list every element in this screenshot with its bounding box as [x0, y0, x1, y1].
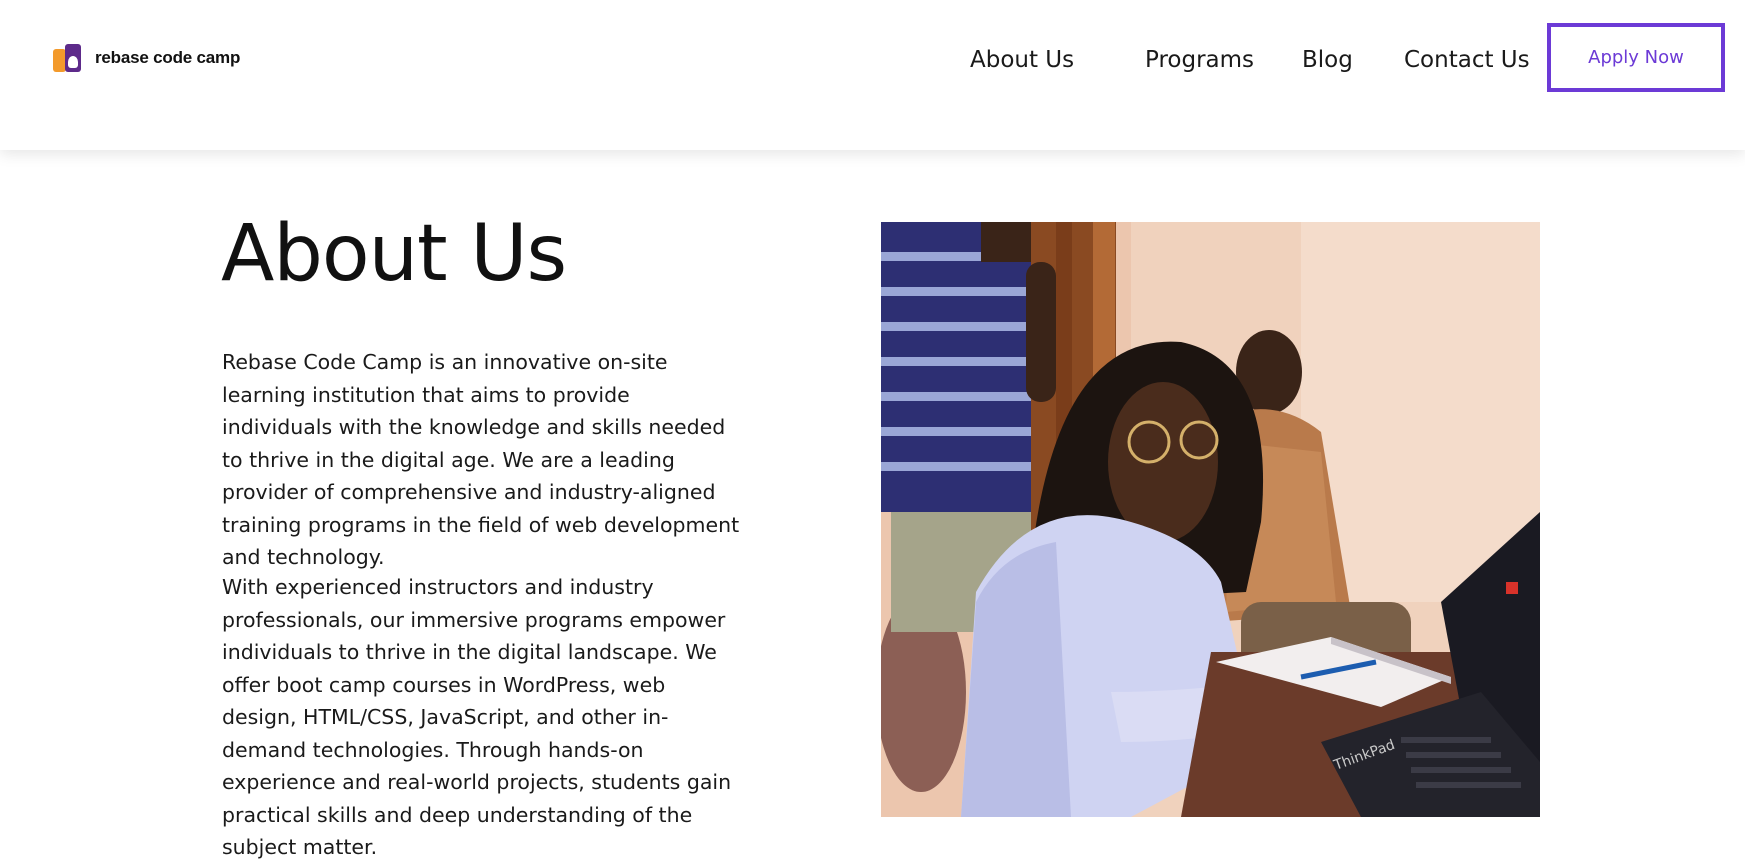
- page-title: About Us: [221, 209, 567, 299]
- main-nav: About Us Programs Blog Contact Us: [0, 40, 1745, 80]
- nav-item-blog[interactable]: Blog: [1302, 40, 1353, 80]
- apply-now-button[interactable]: Apply Now: [1547, 23, 1725, 92]
- nav-item-about-us[interactable]: About Us: [970, 40, 1074, 80]
- nav-item-contact-us[interactable]: Contact Us: [1404, 40, 1530, 80]
- about-paragraph-1: Rebase Code Camp is an innovative on-sit…: [222, 350, 740, 569]
- site-header: rebase code camp About Us Programs Blog …: [0, 0, 1745, 150]
- students-photo: ThinkPad: [881, 222, 1540, 817]
- about-paragraph-2: With experienced instructors and industr…: [222, 575, 732, 859]
- students-photo-illustration: ThinkPad: [881, 222, 1540, 817]
- nav-item-programs[interactable]: Programs: [1145, 40, 1254, 80]
